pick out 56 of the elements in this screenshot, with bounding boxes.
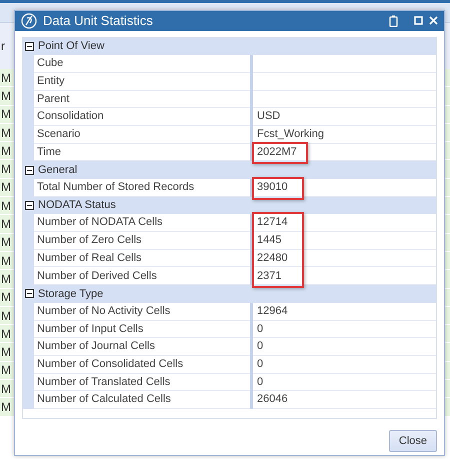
- row-label: M: [1, 106, 11, 124]
- property-label: Number of No Activity Cells: [34, 302, 250, 320]
- collapse-icon[interactable]: [25, 289, 34, 298]
- property-value: Fcst_Working: [253, 126, 436, 144]
- property-value: 0: [253, 320, 436, 338]
- row-label: M: [1, 289, 11, 306]
- property-label: Number of Zero Cells: [34, 232, 250, 250]
- row-label: M: [1, 362, 11, 380]
- property-label: Number of Journal Cells: [34, 338, 250, 356]
- property-value: 0: [253, 374, 436, 392]
- property-label: Number of Calculated Cells: [34, 391, 250, 409]
- property-label: Number of Consolidated Cells: [34, 356, 250, 374]
- property-value: 12964: [253, 302, 436, 320]
- group-title: NODATA Status: [37, 198, 116, 214]
- property-label: Parent: [34, 90, 250, 108]
- row-label: M: [1, 234, 11, 252]
- row-label: M: [1, 252, 11, 270]
- property-value: 0: [253, 356, 436, 374]
- logo-icon: [21, 12, 37, 29]
- row-label: M: [1, 216, 11, 234]
- property-value: USD: [253, 108, 436, 126]
- collapse-icon[interactable]: [25, 42, 34, 51]
- property-label: Scenario: [34, 126, 250, 144]
- row-label: M: [1, 380, 11, 398]
- collapse-icon[interactable]: [25, 201, 34, 210]
- property-label: Consolidation: [34, 108, 250, 126]
- row-label: M: [1, 198, 11, 215]
- row-label: M: [1, 70, 11, 87]
- property-label: Number of NODATA Cells: [34, 214, 250, 232]
- column-header: r: [1, 38, 5, 55]
- row-label: M: [1, 399, 11, 416]
- row-label: M: [1, 179, 11, 196]
- property-label: Entity: [34, 72, 250, 91]
- group-title: Storage Type: [37, 286, 104, 302]
- maximize-icon[interactable]: [414, 16, 423, 26]
- row-label: M: [1, 124, 11, 142]
- property-label: Number of Input Cells: [34, 320, 250, 338]
- row-label: M: [1, 326, 11, 343]
- row-label: M: [1, 344, 11, 362]
- property-label: Number of Real Cells: [34, 250, 250, 268]
- property-value: 0: [253, 338, 436, 356]
- row-label: M: [1, 270, 11, 288]
- clipboard-icon[interactable]: [389, 14, 398, 27]
- group-title: General: [37, 162, 78, 178]
- row-label: M: [1, 142, 11, 160]
- group-title: Point Of View: [37, 39, 104, 54]
- row-label: M: [1, 308, 11, 325]
- window-title: Data Unit Statistics: [43, 12, 154, 30]
- property-label: Number of Translated Cells: [34, 374, 250, 392]
- property-value: 26046: [253, 391, 436, 409]
- close-button[interactable]: Close: [388, 430, 437, 452]
- close-icon[interactable]: [429, 16, 438, 26]
- row-label: M: [1, 161, 11, 178]
- collapse-icon[interactable]: [25, 166, 34, 175]
- property-label: Cube: [34, 55, 250, 73]
- row-label: M: [1, 88, 11, 105]
